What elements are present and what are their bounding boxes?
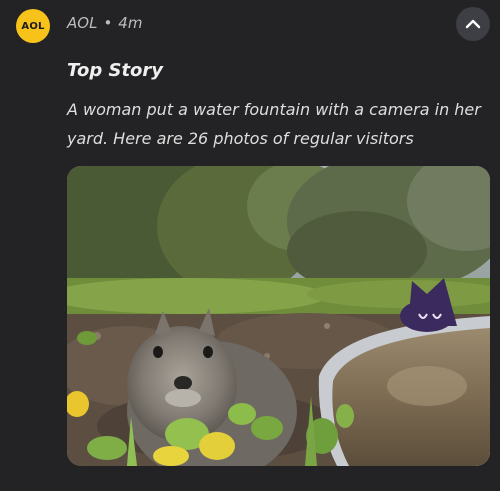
separator-dot: • (103, 14, 113, 32)
aol-app-icon: AOL (16, 9, 50, 43)
notification-card[interactable]: AOL AOL • 4m Top Story A woman put a water… (0, 0, 500, 491)
notification-body: A woman put a water fountain with a came… (67, 100, 481, 148)
chevron-up-icon (465, 19, 481, 29)
squirrel-fountain-photo (67, 166, 490, 466)
app-name: AOL (67, 14, 98, 32)
story-image[interactable] (67, 166, 490, 466)
timestamp: 4m (118, 14, 143, 32)
notification-title: Top Story (67, 60, 164, 81)
notification-header: AOL • 4m (67, 14, 142, 32)
collapse-button[interactable] (456, 7, 490, 41)
app-icon-label: AOL (21, 20, 45, 32)
